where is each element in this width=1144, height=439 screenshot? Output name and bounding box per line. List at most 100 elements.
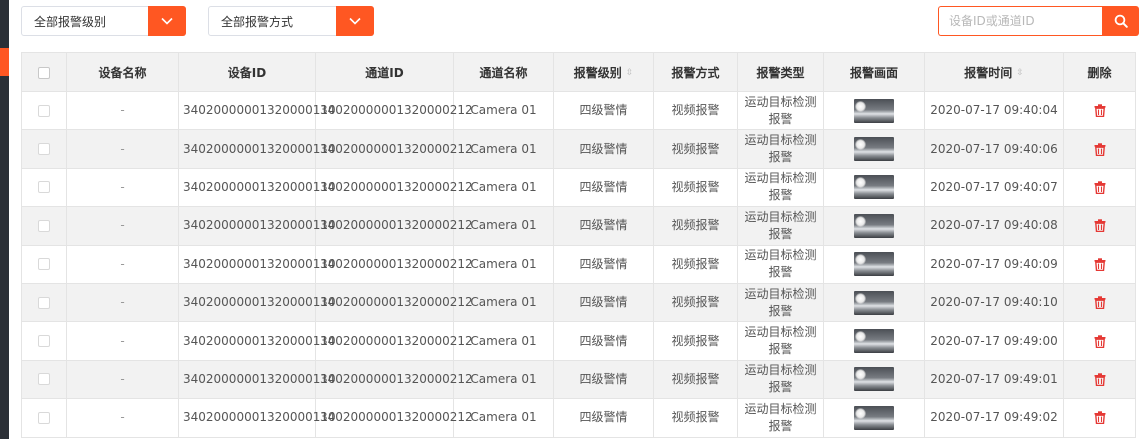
channel-id-cell: 34020000001320000212 [315, 90, 473, 131]
device-name-cell: - [66, 398, 179, 438]
header-alarm-type: 报警类型 [737, 52, 824, 92]
row-checkbox[interactable] [38, 104, 50, 117]
device-name-cell: - [66, 206, 179, 246]
chevron-down-icon[interactable] [336, 5, 374, 36]
alarm-level-select-value: 全部报警级别 [34, 14, 107, 29]
table-row: - 34020000001320000110 34020000001320000… [21, 359, 1136, 400]
alarm-type-cell: 运动目标检测报警 [737, 282, 824, 323]
table-row: - 34020000001320000110 34020000001320000… [21, 282, 1136, 323]
alarm-method-cell: 视频报警 [653, 90, 738, 131]
alarm-image-cell [823, 282, 925, 323]
alarm-thumbnail[interactable] [854, 405, 894, 430]
alarm-method-cell: 视频报警 [653, 321, 738, 361]
alarm-time-cell: 2020-07-17 09:40:08 [924, 206, 1064, 246]
row-checkbox[interactable] [38, 181, 50, 194]
header-alarm-method: 报警方式 [653, 52, 738, 92]
trash-icon[interactable] [1094, 334, 1106, 348]
search-button[interactable] [1102, 6, 1139, 36]
device-name-cell: - [66, 359, 179, 400]
row-select-cell [21, 282, 67, 323]
alarm-method-cell: 视频报警 [653, 398, 738, 438]
alarm-type-cell: 运动目标检测报警 [737, 359, 824, 400]
alarm-time-cell: 2020-07-17 09:40:06 [924, 129, 1064, 169]
trash-icon[interactable] [1094, 258, 1106, 271]
search-input[interactable] [938, 6, 1102, 36]
alarm-thumbnail[interactable] [854, 252, 894, 277]
row-checkbox[interactable] [38, 411, 50, 424]
row-checkbox[interactable] [38, 143, 50, 156]
table-header-row: 设备名称 设备ID 通道ID 通道名称 报警级别 ⇳ 报警方式 报警类型 报警画面… [21, 52, 1136, 92]
alarm-level-cell: 四级警情 [553, 244, 654, 284]
delete-cell [1063, 129, 1136, 169]
alarm-thumbnail[interactable] [854, 213, 894, 238]
alarm-type-cell: 运动目标检测报警 [737, 244, 824, 284]
trash-icon[interactable] [1094, 104, 1106, 118]
header-delete: 删除 [1063, 52, 1136, 92]
device-name-cell: - [66, 129, 179, 169]
device-id-cell: 34020000001320000110 [178, 321, 336, 361]
device-name-cell: - [66, 167, 179, 208]
alarm-time-cell: 2020-07-17 09:49:01 [924, 359, 1064, 400]
header-alarm-time[interactable]: 报警时间 ⇳ [924, 52, 1064, 92]
alarm-level-cell: 四级警情 [553, 282, 654, 323]
alarm-image-cell [823, 321, 925, 361]
alarm-level-cell: 四级警情 [553, 206, 654, 246]
device-name-cell: - [66, 321, 179, 361]
channel-id-cell: 34020000001320000212 [315, 321, 473, 361]
alarm-thumbnail[interactable] [854, 367, 894, 392]
table-row: - 34020000001320000110 34020000001320000… [21, 244, 1136, 284]
device-id-cell: 34020000001320000110 [178, 129, 336, 169]
header-device-name: 设备名称 [66, 52, 179, 92]
sort-icon[interactable]: ⇳ [626, 68, 634, 78]
alarm-method-select[interactable]: 全部报警方式 [208, 5, 374, 36]
alarm-method-cell: 视频报警 [653, 282, 738, 323]
table-row: - 34020000001320000110 34020000001320000… [21, 167, 1136, 208]
row-checkbox[interactable] [38, 219, 50, 232]
alarm-method-cell: 视频报警 [653, 206, 738, 246]
alarm-level-cell: 四级警情 [553, 359, 654, 400]
header-alarm-level-label: 报警级别 [573, 65, 622, 80]
row-select-cell [21, 244, 67, 284]
alarm-thumbnail[interactable] [854, 137, 894, 162]
trash-icon[interactable] [1094, 181, 1106, 194]
alarm-image-cell [823, 244, 925, 284]
alarm-level-select[interactable]: 全部报警级别 [21, 5, 186, 36]
row-checkbox[interactable] [38, 258, 50, 271]
chevron-down-icon[interactable] [148, 5, 186, 36]
alarm-thumbnail[interactable] [854, 98, 894, 123]
device-id-cell: 34020000001320000110 [178, 359, 336, 400]
channel-id-cell: 34020000001320000212 [315, 129, 473, 169]
trash-icon[interactable] [1094, 296, 1106, 310]
alarm-method-select-value: 全部报警方式 [221, 14, 294, 29]
device-id-cell: 34020000001320000110 [178, 398, 336, 438]
channel-id-cell: 34020000001320000212 [315, 398, 473, 438]
search-box [938, 6, 1139, 36]
device-id-cell: 34020000001320000110 [178, 206, 336, 246]
filter-toolbar: 全部报警级别 全部报警方式 [21, 5, 1139, 36]
trash-icon[interactable] [1094, 142, 1106, 156]
trash-icon[interactable] [1094, 373, 1106, 386]
row-checkbox[interactable] [38, 335, 50, 348]
alarm-thumbnail[interactable] [854, 329, 894, 354]
select-all-checkbox[interactable] [38, 66, 50, 79]
device-name-cell: - [66, 282, 179, 323]
alarm-level-cell: 四级警情 [553, 90, 654, 131]
channel-id-cell: 34020000001320000212 [315, 359, 473, 400]
sidebar-edge [0, 0, 9, 439]
alarm-thumbnail[interactable] [854, 175, 894, 200]
header-device-id: 设备ID [178, 52, 316, 92]
row-checkbox[interactable] [38, 373, 50, 386]
row-select-cell [21, 167, 67, 208]
alarm-time-cell: 2020-07-17 09:49:02 [924, 398, 1064, 438]
row-checkbox[interactable] [38, 296, 50, 309]
alarm-level-cell: 四级警情 [553, 129, 654, 169]
trash-icon[interactable] [1094, 411, 1106, 425]
alarm-method-cell: 视频报警 [653, 129, 738, 169]
sort-icon[interactable]: ⇳ [1016, 68, 1024, 78]
alarm-table: 设备名称 设备ID 通道ID 通道名称 报警级别 ⇳ 报警方式 报警类型 报警画面… [21, 52, 1136, 438]
alarm-time-cell: 2020-07-17 09:40:10 [924, 282, 1064, 323]
alarm-time-cell: 2020-07-17 09:40:04 [924, 90, 1064, 131]
header-alarm-level[interactable]: 报警级别 ⇳ [553, 52, 654, 92]
trash-icon[interactable] [1094, 219, 1106, 233]
alarm-thumbnail[interactable] [854, 290, 894, 315]
